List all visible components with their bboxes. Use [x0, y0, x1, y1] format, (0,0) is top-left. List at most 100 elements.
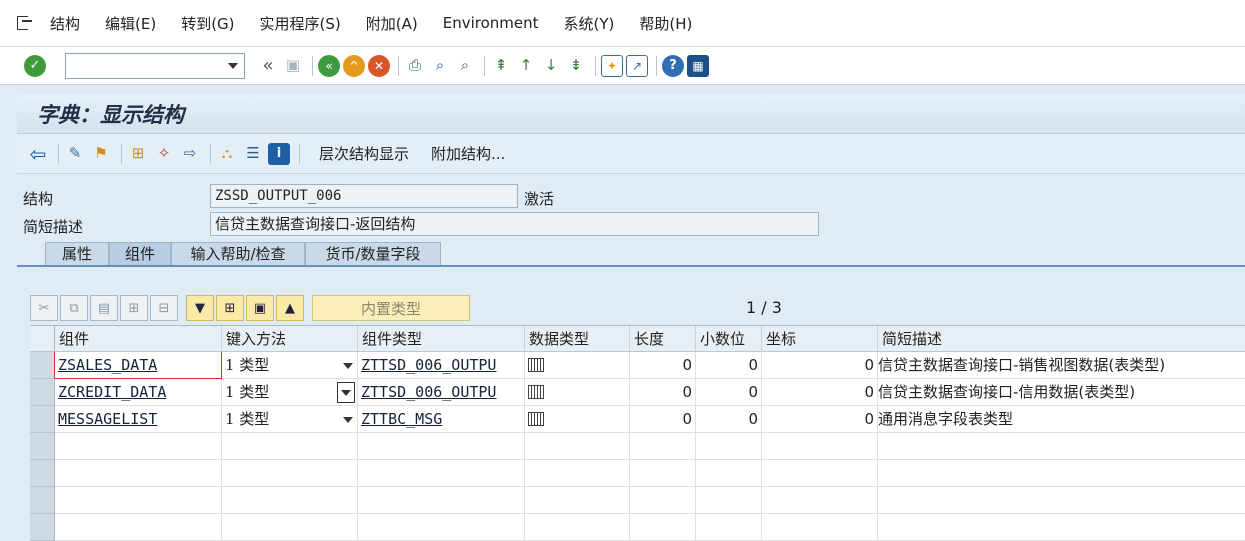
- table-row[interactable]: MESSAGELIST 1 类型 ZTTBC_MSG 0 0 0 通用消息字段表…: [30, 406, 1245, 433]
- find-icon[interactable]: ⌕: [429, 55, 451, 77]
- component-type-cell[interactable]: ZTTSD_006_OUTPU: [358, 379, 525, 406]
- menu-structure[interactable]: 结构: [50, 13, 80, 34]
- empty-cell[interactable]: [696, 487, 762, 514]
- decimals-cell[interactable]: 0: [696, 406, 762, 433]
- col-header-typing-method[interactable]: 键入方法: [222, 326, 358, 352]
- empty-cell[interactable]: [696, 514, 762, 541]
- empty-cell[interactable]: [762, 514, 878, 541]
- col-header-decimals[interactable]: 小数位: [696, 326, 762, 352]
- typing-method-cell[interactable]: 1 类型: [222, 379, 358, 406]
- typing-method-cell[interactable]: 1 类型: [222, 406, 358, 433]
- empty-cell[interactable]: [630, 460, 696, 487]
- col-header-data-type[interactable]: 数据类型: [525, 326, 630, 352]
- insert-row-icon[interactable]: ⊞: [120, 295, 148, 321]
- back-icon[interactable]: «: [318, 54, 340, 77]
- decimals-cell[interactable]: 0: [696, 352, 762, 379]
- append-structure-button[interactable]: 附加结构...: [431, 143, 505, 164]
- first-page-icon[interactable]: ⇞: [490, 55, 512, 77]
- empty-row[interactable]: [30, 514, 1245, 541]
- copy-icon[interactable]: ⧉: [60, 295, 88, 321]
- previous-page-icon[interactable]: ↑: [515, 55, 537, 77]
- row-selector[interactable]: [30, 433, 55, 460]
- empty-cell[interactable]: [762, 487, 878, 514]
- length-cell[interactable]: 0: [630, 379, 696, 406]
- empty-cell[interactable]: [630, 433, 696, 460]
- tab-currency-quantity[interactable]: 货币/数量字段: [305, 242, 441, 266]
- row-selector[interactable]: [30, 514, 55, 541]
- empty-cell[interactable]: [222, 433, 358, 460]
- tab-attributes[interactable]: 属性: [45, 242, 109, 266]
- empty-cell[interactable]: [55, 487, 222, 514]
- empty-row[interactable]: [30, 487, 1245, 514]
- description-cell[interactable]: 信贷主数据查询接口-信用数据(表类型): [878, 379, 1245, 406]
- description-cell[interactable]: 通用消息字段表类型: [878, 406, 1245, 433]
- back-arrow-icon[interactable]: ⇦: [27, 143, 49, 165]
- col-header-component-type[interactable]: 组件类型: [358, 326, 525, 352]
- row-selector[interactable]: [30, 379, 55, 406]
- empty-cell[interactable]: [358, 460, 525, 487]
- menu-edit[interactable]: 编辑(E): [105, 13, 156, 34]
- empty-cell[interactable]: [696, 433, 762, 460]
- empty-cell[interactable]: [55, 460, 222, 487]
- paste-icon[interactable]: ▤: [90, 295, 118, 321]
- deselect-icon[interactable]: ▣: [246, 295, 274, 321]
- collapse-toolbar-icon[interactable]: «: [257, 55, 279, 77]
- empty-cell[interactable]: [55, 433, 222, 460]
- row-selector[interactable]: [30, 460, 55, 487]
- coordinate-cell[interactable]: 0: [762, 379, 878, 406]
- object-list-icon[interactable]: ⇨: [179, 143, 201, 165]
- typing-method-cell[interactable]: 1 类型: [222, 352, 358, 379]
- chevron-down-icon[interactable]: [343, 417, 353, 423]
- short-description-field[interactable]: 信贷主数据查询接口-返回结构: [210, 212, 819, 236]
- table-row[interactable]: ZCREDIT_DATA 1 类型 ZTTSD_006_OUTPU 0 0 0 …: [30, 379, 1245, 406]
- save-icon[interactable]: ▣: [282, 55, 304, 77]
- hierarchy-display-button[interactable]: 层次结构显示: [319, 143, 409, 164]
- next-page-icon[interactable]: ↓: [540, 55, 562, 77]
- command-field[interactable]: [65, 52, 245, 79]
- menu-extras[interactable]: 附加(A): [366, 13, 418, 34]
- length-cell[interactable]: 0: [630, 352, 696, 379]
- empty-cell[interactable]: [358, 487, 525, 514]
- menu-help[interactable]: 帮助(H): [639, 13, 692, 34]
- dropdown-button[interactable]: [337, 382, 355, 403]
- last-page-icon[interactable]: ⇟: [565, 55, 587, 77]
- help-icon[interactable]: ?: [662, 54, 684, 77]
- filter-down-icon[interactable]: ▼: [186, 295, 214, 321]
- col-header-length[interactable]: 长度: [630, 326, 696, 352]
- coordinate-cell[interactable]: 0: [762, 406, 878, 433]
- col-header-coordinate[interactable]: 坐标: [762, 326, 878, 352]
- empty-row[interactable]: [30, 433, 1245, 460]
- where-used-icon[interactable]: ⊞: [127, 143, 149, 165]
- cancel-icon[interactable]: ✕: [368, 54, 390, 77]
- empty-cell[interactable]: [222, 460, 358, 487]
- print-icon[interactable]: ⎙: [404, 55, 426, 77]
- hierarchy-icon[interactable]: ⛬: [216, 143, 238, 165]
- empty-cell[interactable]: [222, 487, 358, 514]
- menu-environment[interactable]: Environment: [443, 14, 539, 32]
- data-type-cell[interactable]: [525, 379, 630, 406]
- stack-icon[interactable]: ☰: [242, 143, 264, 165]
- chevron-down-icon[interactable]: [228, 62, 238, 69]
- chevron-down-icon[interactable]: [341, 390, 351, 396]
- empty-cell[interactable]: [696, 460, 762, 487]
- empty-cell[interactable]: [358, 514, 525, 541]
- component-name-cell[interactable]: ZCREDIT_DATA: [55, 379, 222, 406]
- tab-components[interactable]: 组件: [109, 242, 171, 266]
- find-next-icon[interactable]: ⌕: [454, 55, 476, 77]
- customize-layout-icon[interactable]: ▦: [687, 54, 709, 77]
- builtin-type-button[interactable]: 内置类型: [312, 295, 470, 321]
- empty-cell[interactable]: [525, 460, 630, 487]
- empty-cell[interactable]: [630, 487, 696, 514]
- coordinate-cell[interactable]: 0: [762, 352, 878, 379]
- cut-icon[interactable]: ✂: [30, 295, 58, 321]
- menu-goto[interactable]: 转到(G): [181, 13, 234, 34]
- test-wand-icon[interactable]: ✧: [153, 143, 175, 165]
- menu-utilities[interactable]: 实用程序(S): [260, 13, 341, 34]
- empty-row[interactable]: [30, 460, 1245, 487]
- data-type-cell[interactable]: [525, 352, 630, 379]
- decimals-cell[interactable]: 0: [696, 379, 762, 406]
- empty-cell[interactable]: [525, 487, 630, 514]
- exit-icon[interactable]: ^: [343, 54, 365, 77]
- sort-up-icon[interactable]: ▲: [276, 295, 304, 321]
- structure-name-field[interactable]: ZSSD_OUTPUT_006: [210, 184, 518, 208]
